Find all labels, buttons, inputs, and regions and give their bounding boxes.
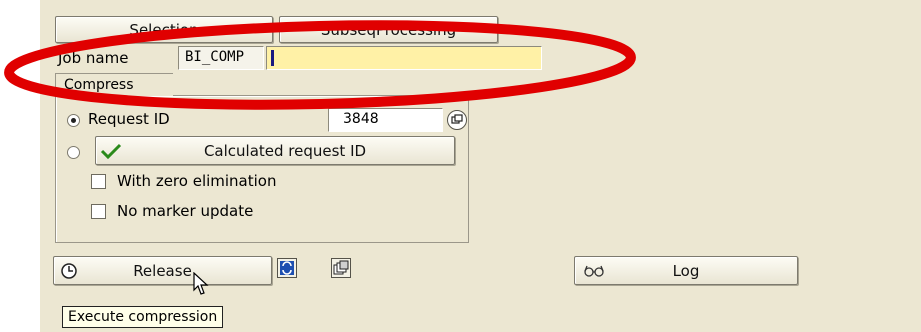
job-name-prefix: BI_COMP [185,49,245,65]
request-id-input[interactable]: 3848 [328,108,443,132]
release-button[interactable]: Release [53,256,272,285]
mouse-pointer-icon [193,272,209,295]
release-label: Release [133,261,192,280]
radio-dot [71,118,76,123]
glasses-icon [584,265,604,277]
value-help-button[interactable] [447,110,467,130]
tab-selection-label: Selection [129,20,199,39]
request-id-label: Request ID [88,110,170,128]
windows-icon [333,260,349,275]
refresh-button[interactable] [277,258,297,278]
request-id-radio[interactable] [67,114,80,127]
tab-selection[interactable]: Selection [55,16,273,43]
job-name-label: Job name [58,49,129,67]
calculated-request-radio[interactable] [67,146,80,159]
refresh-icon [280,261,294,275]
calculated-request-id-label: Calculated request ID [203,141,367,160]
job-name-prefix-field: BI_COMP [178,46,264,70]
no-marker-update-label: No marker update [117,202,254,220]
job-name-input[interactable] [266,46,542,70]
tab-subseq-processing[interactable]: SubseqProcessing [279,16,498,43]
clock-icon [61,263,77,279]
request-id-value: 3848 [343,111,379,127]
tooltip: Execute compression [62,306,224,328]
checkmark-icon [100,143,122,160]
copy-icon [451,114,463,124]
no-marker-update-checkbox[interactable] [91,204,106,219]
log-button[interactable]: Log [574,256,798,285]
compress-group-title: Compress [55,73,173,96]
log-label: Log [672,261,700,280]
text-cursor [271,50,274,66]
zero-elimination-checkbox[interactable] [91,174,106,189]
overview-button[interactable] [331,258,351,278]
tab-subseq-processing-label: SubseqProcessing [320,20,457,39]
calculated-request-id-button[interactable]: Calculated request ID [95,136,455,165]
zero-elimination-label: With zero elimination [117,172,277,190]
